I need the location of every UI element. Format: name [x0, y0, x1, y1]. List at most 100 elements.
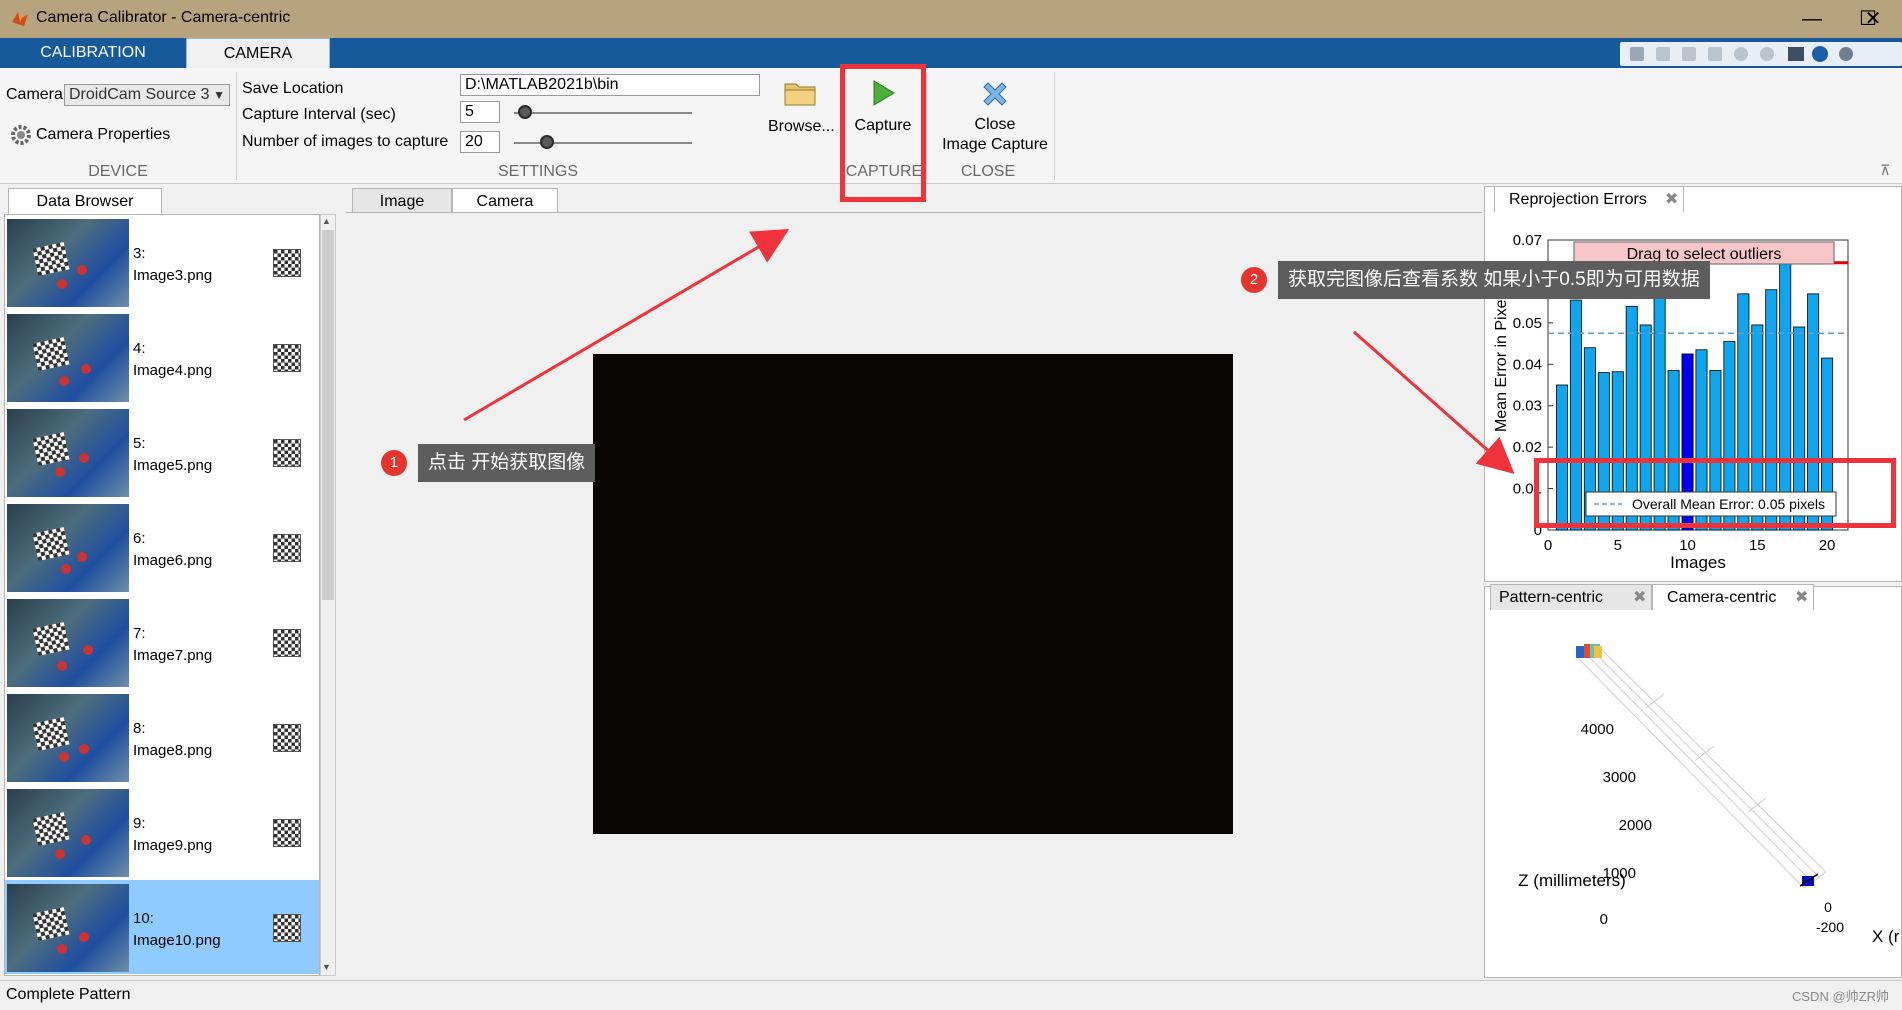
pattern-cluster: [1576, 644, 1602, 658]
tab-calibration[interactable]: CALIBRATION: [0, 38, 186, 68]
num-images-input[interactable]: 20: [460, 131, 500, 153]
y-tick-label: 0.02: [1513, 439, 1542, 456]
tab-reprojection-errors[interactable]: Reprojection Errors ✖: [1494, 186, 1684, 212]
watermark: CSDN @帅ZR帅: [1792, 989, 1889, 1004]
quick-access-toolbar: [1620, 42, 1902, 66]
capture-interval-input[interactable]: 5: [460, 101, 500, 123]
layout-icon: [1788, 47, 1804, 61]
z-axis-label: Z (millimeters): [1518, 871, 1626, 890]
help-icon: [1812, 46, 1828, 62]
x3d-tick-label: 0: [1824, 899, 1832, 915]
x-tick-label: 20: [1819, 537, 1836, 554]
close-tab-icon[interactable]: ✖: [1633, 585, 1646, 611]
interval-slider-thumb[interactable]: [518, 105, 532, 119]
y-tick-label: 0.05: [1513, 315, 1542, 332]
tab-data-browser[interactable]: Data Browser: [8, 188, 162, 214]
item-number: 10:: [133, 910, 154, 927]
x-axis-label: Images: [1670, 553, 1726, 572]
list-item[interactable]: 3: Image3.png: [5, 215, 319, 309]
camera-select[interactable]: DroidCam Source 3 ▼: [64, 84, 230, 106]
tab-camera[interactable]: CAMERA: [186, 38, 330, 68]
item-filename: Image4.png: [133, 362, 213, 379]
x-tick-label: 10: [1679, 537, 1696, 554]
cut-icon: [1656, 47, 1670, 61]
close-tab-icon[interactable]: ✖: [1795, 585, 1808, 611]
checkerboard-icon: [273, 344, 301, 372]
annotation-badge-2: 2: [1241, 267, 1267, 293]
item-filename: Image10.png: [133, 932, 221, 949]
extrinsics-chart[interactable]: 01000200030004000 0-200 Z (millimeters) …: [1486, 612, 1900, 976]
annotation-badge-1: 1: [381, 450, 407, 476]
folder-icon: [784, 80, 816, 106]
list-item[interactable]: 9: Image9.png: [5, 785, 319, 879]
tab-camera-centric[interactable]: Camera-centric ✖: [1652, 584, 1814, 610]
num-images-slider-thumb[interactable]: [540, 135, 554, 149]
item-filename: Image7.png: [133, 647, 213, 664]
x-tick-label: 0: [1544, 537, 1552, 554]
annotation-tip-1: 点击 开始获取图像: [418, 444, 596, 482]
item-filename: Image8.png: [133, 742, 213, 759]
checkerboard-icon: [273, 534, 301, 562]
data-browser-list: 3: Image3.png 4: Image4.png 5: Image5.png 6…: [4, 214, 320, 976]
save-location-input[interactable]: D:\MATLAB2021b\bin: [460, 74, 760, 96]
item-number: 6:: [133, 530, 146, 547]
tab-pattern-centric[interactable]: Pattern-centric ✖: [1490, 584, 1652, 610]
image-thumbnail: [7, 219, 129, 307]
section-settings: SETTINGS: [497, 163, 578, 180]
camera-properties-button[interactable]: Camera Properties: [36, 126, 170, 144]
list-item[interactable]: 7: Image7.png: [5, 595, 319, 689]
x-tick-label: 5: [1614, 537, 1622, 554]
item-number: 8:: [133, 720, 146, 737]
image-thumbnail: [7, 694, 129, 782]
y-tick-label: 0.07: [1513, 232, 1542, 249]
list-item[interactable]: 4: Image4.png: [5, 310, 319, 404]
close-image-capture-button[interactable]: Close Image Capture: [940, 74, 1050, 160]
image-thumbnail: [7, 409, 129, 497]
list-item-selected[interactable]: 10: Image10.png: [5, 880, 319, 974]
checkerboard-icon: [273, 629, 301, 657]
scrollbar-thumb[interactable]: [322, 230, 334, 600]
item-filename: Image5.png: [133, 457, 213, 474]
image-thumbnail: [7, 789, 129, 877]
annotation-tip-2: 获取完图像后查看系数 如果小于0.5即为可用数据: [1278, 261, 1710, 299]
item-number: 3:: [133, 245, 146, 262]
image-thumbnail: [7, 504, 129, 592]
window-title: Camera Calibrator - Camera-centric: [36, 9, 291, 26]
interval-slider[interactable]: [514, 112, 692, 114]
close-label-2: Image Capture: [942, 136, 1048, 153]
tab-camera-view[interactable]: Camera: [452, 188, 558, 214]
capture-highlight-box: [840, 64, 926, 202]
browse-button[interactable]: Browse...: [768, 118, 835, 136]
pattern-centric-label: Pattern-centric: [1499, 589, 1604, 606]
tab-image[interactable]: Image: [352, 188, 452, 214]
mean-error-highlight-box: [1534, 458, 1896, 528]
list-item[interactable]: 8: Image8.png: [5, 690, 319, 784]
capture-interval-label: Capture Interval (sec): [242, 106, 396, 123]
x-axis-label-partial: X (r: [1872, 927, 1900, 946]
scroll-down-icon[interactable]: ▼: [322, 962, 331, 972]
camera-centric-label: Camera-centric: [1667, 589, 1777, 606]
divider: [1054, 72, 1055, 180]
close-window-label: ✕: [1864, 8, 1882, 30]
list-item[interactable]: 5: Image5.png: [5, 405, 319, 499]
item-number: 9:: [133, 815, 146, 832]
close-tab-icon[interactable]: ✖: [1665, 187, 1678, 213]
collapse-ribbon-icon[interactable]: ⊼: [1880, 162, 1890, 179]
z-tick-label: 2000: [1619, 817, 1652, 834]
item-filename: Image3.png: [133, 267, 213, 284]
list-item[interactable]: 6: Image6.png: [5, 500, 319, 594]
item-number: 7:: [133, 625, 146, 642]
section-close: CLOSE: [960, 163, 1016, 180]
status-text: Complete Pattern: [6, 986, 131, 1003]
camera-preview: [593, 354, 1233, 834]
item-number: 4:: [133, 340, 146, 357]
status-bar: [0, 980, 1902, 1010]
matlab-logo-icon: [12, 12, 28, 26]
y-tick-label: 0.03: [1513, 398, 1542, 415]
chevron-down-icon: ▼: [213, 88, 225, 102]
checkerboard-icon: [273, 249, 301, 277]
scroll-up-icon[interactable]: ▲: [322, 216, 331, 226]
minimize-button[interactable]: —: [1784, 0, 1840, 38]
item-number: 5:: [133, 435, 146, 452]
checkerboard-icon: [273, 914, 301, 942]
